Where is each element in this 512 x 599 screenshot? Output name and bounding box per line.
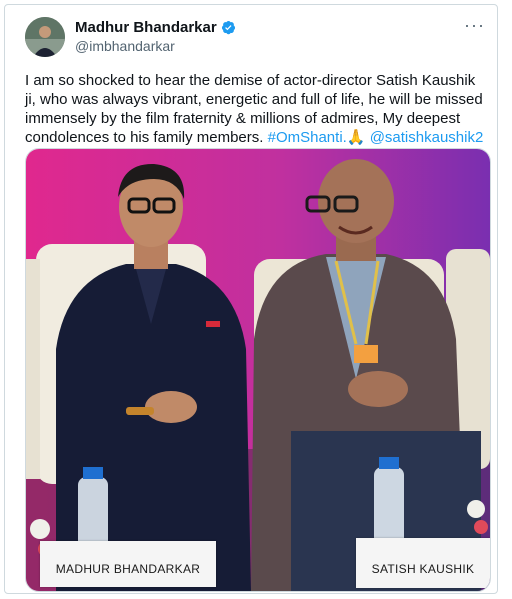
author-handle[interactable]: @imbhandarkar (75, 38, 175, 54)
author-name[interactable]: Madhur Bhandarkar (75, 19, 217, 36)
folded-hands-emoji: 🙏 (346, 129, 366, 146)
nameplate-right: SATISH KAUSHIK (356, 538, 490, 588)
tweet-card[interactable]: Madhur Bhandarkar @imbhandarkar ··· I am… (4, 4, 498, 594)
hashtag-link[interactable]: #OmShanti. (268, 129, 347, 146)
author-avatar[interactable] (25, 17, 65, 57)
mention-link[interactable]: @satishkaushik2 (370, 129, 484, 146)
tweet-text: I am so shocked to hear the demise of ac… (25, 71, 487, 147)
nameplate-left: MADHUR BHANDARKAR (40, 541, 216, 587)
event-photo-illustration (26, 149, 490, 591)
author-name-row: Madhur Bhandarkar (75, 19, 236, 36)
verified-badge-icon (221, 20, 235, 35)
more-options-icon[interactable]: ··· (464, 15, 485, 36)
tweet-photo[interactable]: MADHUR BHANDARKAR SATISH KAUSHIK (25, 148, 491, 592)
